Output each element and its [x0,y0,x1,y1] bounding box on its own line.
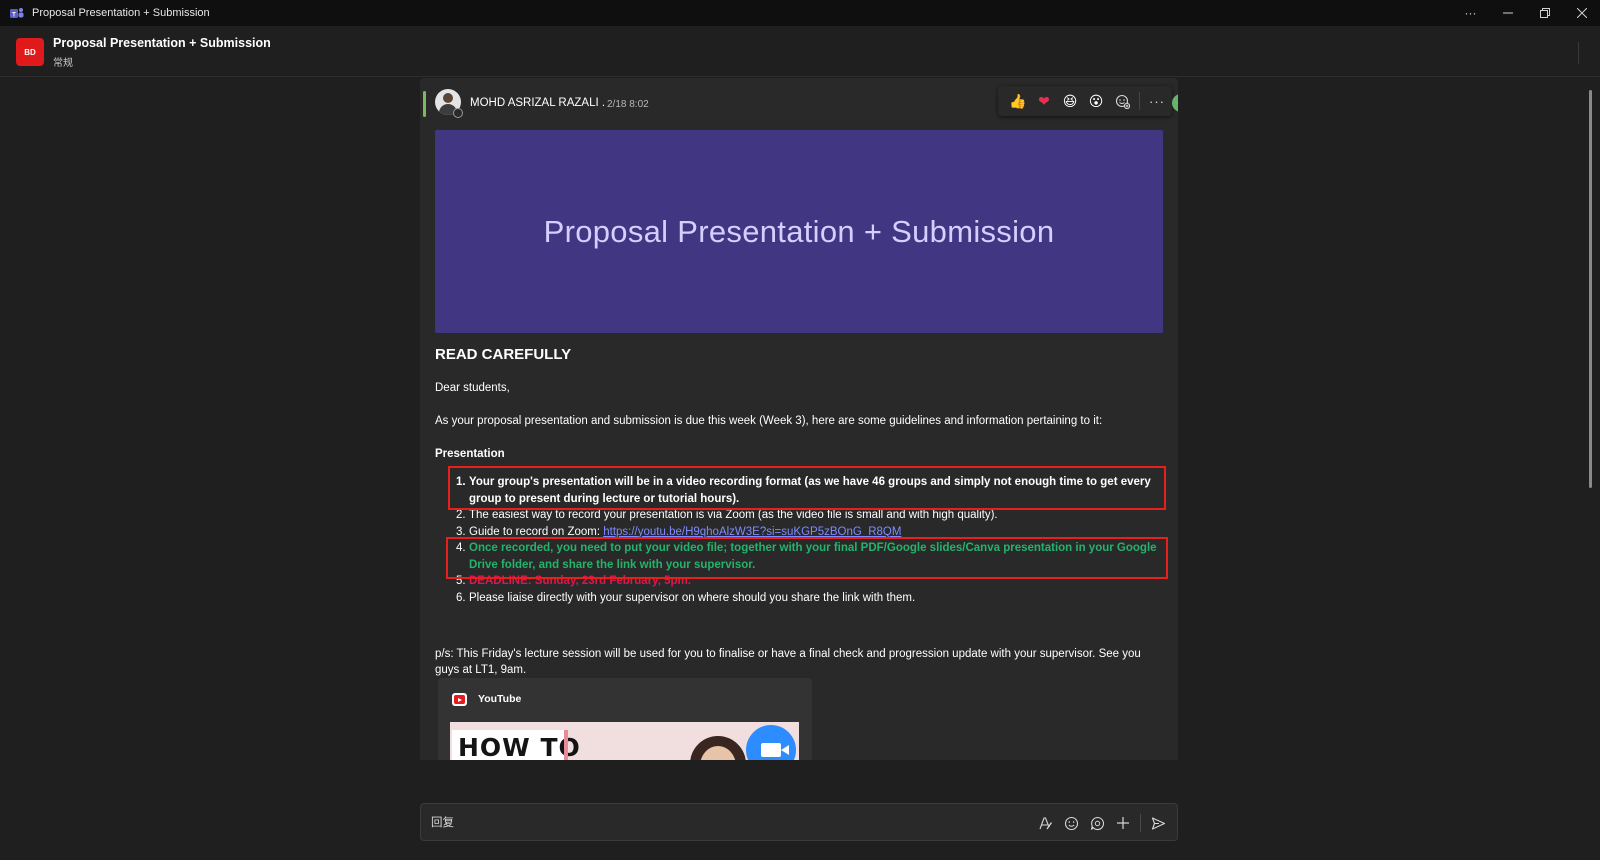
window-controls: ··· [1452,0,1600,26]
highlight-box [446,537,1168,579]
zoom-logo-icon [746,725,796,760]
minimize-icon [1502,12,1513,14]
post-ps: p/s: This Friday's lecture session will … [435,648,1141,676]
reply-input[interactable] [431,814,991,832]
section-title: Presentation [435,448,505,460]
send-button[interactable] [1145,810,1171,836]
teams-app-icon: T [10,6,24,20]
emoji-icon [1064,816,1078,830]
channel-post: MOHD ASRIZAL RAZALI . 2/18 8:02 👍 ❤ 😆 😮 … [420,78,1178,760]
plus-icon [1117,817,1129,829]
loop-button[interactable] [1084,810,1110,836]
video-thumbnail[interactable]: HOW TO [450,722,799,760]
thumbnail-person [690,736,746,760]
preview-source: YouTube [478,693,522,705]
window-more-button[interactable]: ··· [1452,0,1489,26]
zoom-guide-link[interactable]: https://youtu.be/H9qhoAlzW3E?si=suKGP5zB… [603,526,901,538]
composer-toolbar [1032,809,1171,837]
close-icon [1576,8,1587,18]
add-reaction-icon [1115,94,1130,109]
close-button[interactable] [1563,0,1600,26]
restore-icon [1539,8,1550,18]
loop-chat-icon [1090,816,1104,830]
surprised-reaction-button[interactable]: 😮 [1083,88,1109,114]
highlight-box [448,466,1166,510]
heart-reaction-button[interactable]: ❤ [1031,88,1057,114]
author-name[interactable]: MOHD ASRIZAL RAZALI . [470,97,605,109]
format-pen-icon [1038,816,1052,829]
title-bar: T Proposal Presentation + Submission ··· [0,0,1600,26]
presence-status-icon [453,108,463,118]
thumbnail-text: HOW TO [458,733,581,760]
post-intro: As your proposal presentation and submis… [435,415,1103,427]
add-reaction-button[interactable] [1109,88,1135,114]
post-timestamp: 2/18 8:02 [607,99,649,110]
youtube-preview-card[interactable]: YouTube HOW TO [438,678,812,760]
reaction-bar: 👍 ❤ 😆 😮 ··· [998,86,1172,116]
reaction-separator [1139,92,1140,110]
banner-title: Proposal Presentation + Submission [543,213,1055,249]
scrollbar[interactable] [1589,90,1592,488]
post-more-options-button[interactable]: ··· [1144,88,1170,114]
send-icon [1151,816,1165,830]
channel-header: BD Proposal Presentation + Submission 常规 [0,26,1600,77]
like-reaction-button[interactable]: 👍 [1005,88,1031,114]
minimize-button[interactable] [1489,0,1526,26]
laugh-reaction-button[interactable]: 😆 [1057,88,1083,114]
window-title: Proposal Presentation + Submission [32,7,210,19]
channel-title: Proposal Presentation + Submission [53,36,271,50]
emoji-button[interactable] [1058,810,1084,836]
youtube-icon [452,693,467,706]
toolbar-separator [1140,814,1141,832]
add-attachment-button[interactable] [1110,810,1136,836]
reply-composer [420,803,1178,841]
team-avatar[interactable]: BD [16,38,44,66]
format-button[interactable] [1032,810,1058,836]
list-item: 6. Please liaise directly with your super… [456,591,916,604]
post-heading: READ CAREFULLY [435,346,572,363]
post-banner: Proposal Presentation + Submission [435,130,1163,333]
channel-subtitle[interactable]: 常规 [53,54,73,69]
post-accent-bar [423,91,426,117]
header-divider [1578,42,1579,64]
post-greeting: Dear students, [435,382,510,394]
status-check-icon [1172,94,1178,112]
restore-button[interactable] [1526,0,1563,26]
svg-text:T: T [12,12,16,18]
